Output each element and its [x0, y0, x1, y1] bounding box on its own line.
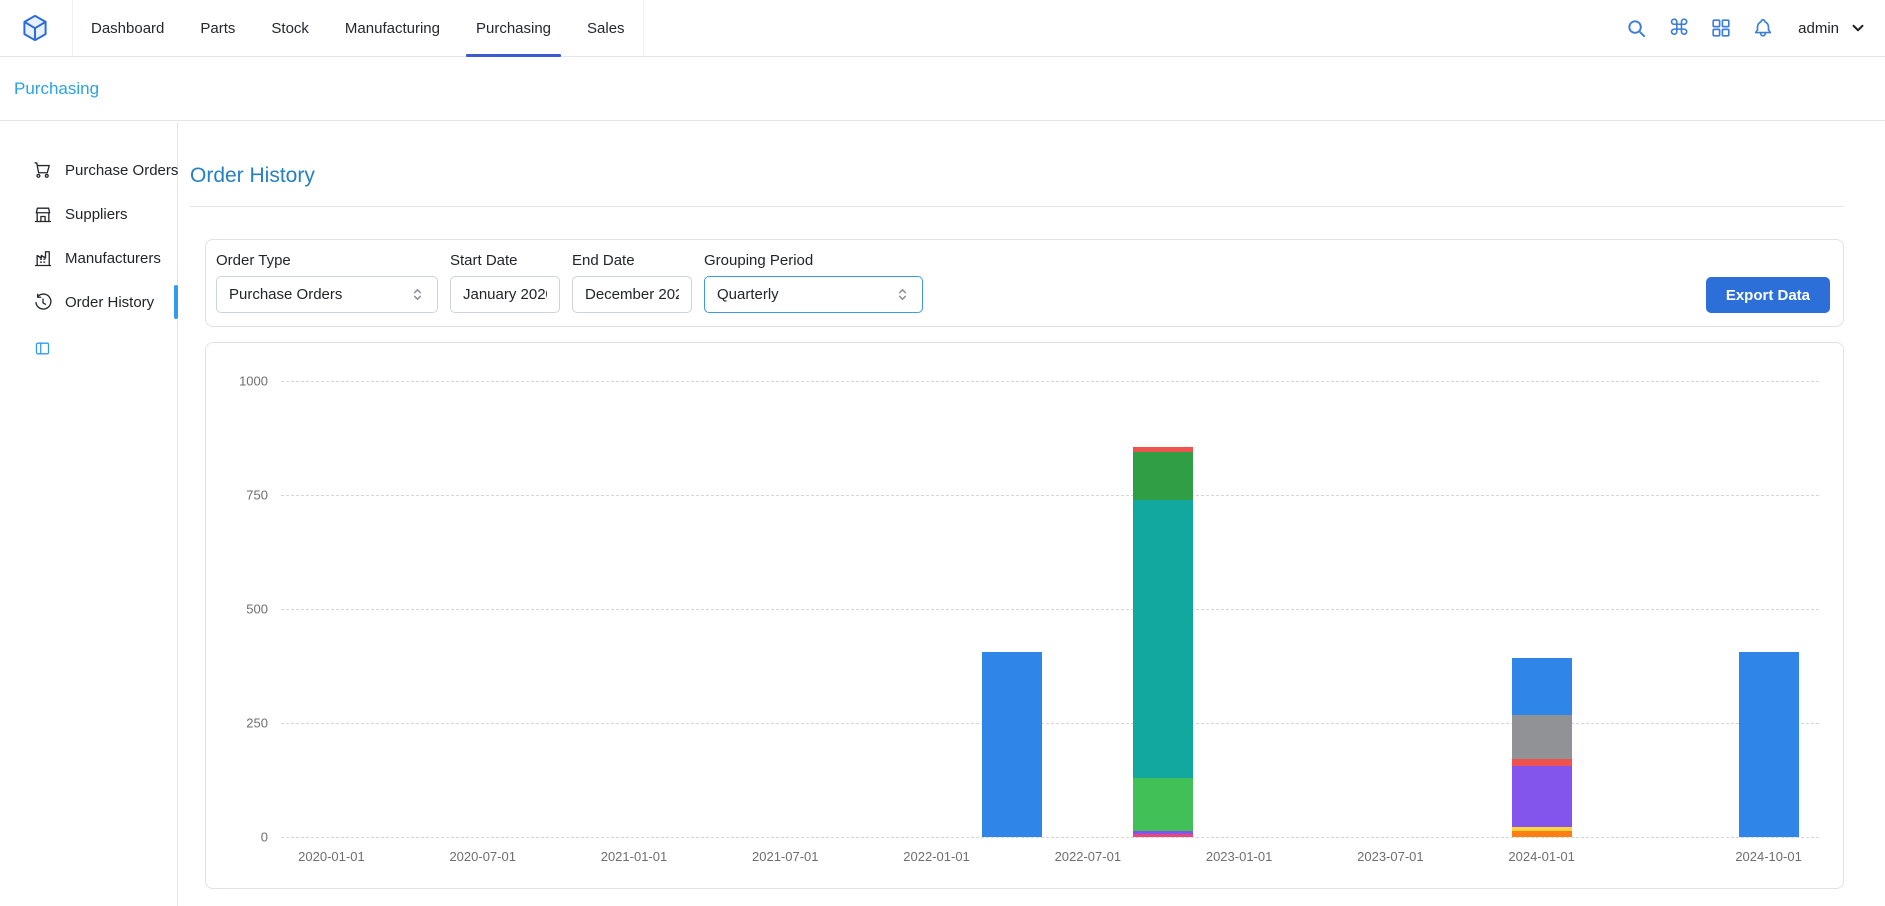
building-factory-icon	[33, 248, 53, 268]
x-axis-label: 2022-07-01	[1055, 849, 1122, 864]
sidebar-item-order-history[interactable]: Order History	[0, 280, 177, 324]
user-name: admin	[1798, 20, 1839, 37]
bar-segment[interactable]	[982, 652, 1042, 837]
bar-segment[interactable]	[1133, 500, 1193, 778]
content-area: Purchase Orders Suppliers	[0, 122, 1885, 906]
select-chevrons-icon	[410, 287, 425, 302]
gridline	[281, 495, 1819, 496]
bar-segment[interactable]	[1133, 447, 1193, 452]
main-panel: Order History Order Type Purchase Orders	[178, 122, 1885, 906]
gridline	[281, 723, 1819, 724]
x-axis-label: 2023-01-01	[1206, 849, 1273, 864]
bar-segment[interactable]	[1133, 778, 1193, 830]
export-data-button[interactable]: Export Data	[1706, 277, 1830, 313]
x-axis-label: 2024-01-01	[1508, 849, 1575, 864]
x-axis-label: 2020-07-01	[449, 849, 516, 864]
bar-segment[interactable]	[1512, 715, 1572, 759]
grouping-period-label: Grouping Period	[704, 252, 923, 269]
grouping-period-select[interactable]: Quarterly	[704, 276, 923, 313]
shopping-cart-icon	[33, 160, 53, 180]
tab-purchasing[interactable]: Purchasing	[458, 0, 569, 56]
command-icon[interactable]: ⌘	[1668, 17, 1690, 39]
x-axis-label: 2020-01-01	[298, 849, 365, 864]
y-axis-label: 1000	[239, 374, 268, 389]
end-date-field: End Date	[572, 252, 692, 313]
tab-manufacturing[interactable]: Manufacturing	[327, 0, 458, 56]
sidebar-item-purchase-orders[interactable]: Purchase Orders	[0, 148, 177, 192]
sidebar-item-label: Suppliers	[65, 206, 128, 223]
bar-segment[interactable]	[1512, 831, 1572, 837]
y-axis-label: 250	[246, 716, 268, 731]
panel-toggle-icon[interactable]	[34, 340, 51, 357]
tab-parts[interactable]: Parts	[182, 0, 253, 56]
sidebar-item-label: Manufacturers	[65, 250, 161, 267]
history-icon	[33, 292, 53, 312]
tab-sales[interactable]: Sales	[569, 0, 643, 56]
x-axis-label: 2021-07-01	[752, 849, 819, 864]
breadcrumb-purchasing[interactable]: Purchasing	[14, 79, 99, 99]
bar-segment[interactable]	[1512, 759, 1572, 766]
order-type-field: Order Type Purchase Orders	[216, 252, 438, 313]
tab-dashboard[interactable]: Dashboard	[73, 0, 182, 56]
sidebar-item-suppliers[interactable]: Suppliers	[0, 192, 177, 236]
filter-panel: Order Type Purchase Orders Start Date	[205, 239, 1844, 327]
app-window: Dashboard Parts Stock Manufacturing Purc…	[0, 0, 1885, 906]
order-type-select[interactable]: Purchase Orders	[216, 276, 438, 313]
navbar-actions: ⌘ admin	[1625, 17, 1867, 40]
grouping-period-field: Grouping Period Quarterly	[704, 252, 923, 313]
bar-segment[interactable]	[1133, 831, 1193, 835]
scan-icon[interactable]	[1710, 17, 1732, 39]
search-icon[interactable]	[1625, 17, 1648, 40]
bar-segment[interactable]	[1512, 766, 1572, 827]
bar-segment[interactable]	[1133, 452, 1193, 500]
start-date-field: Start Date	[450, 252, 560, 313]
start-date-label: Start Date	[450, 252, 560, 269]
top-navbar: Dashboard Parts Stock Manufacturing Purc…	[0, 0, 1885, 57]
bell-icon[interactable]	[1752, 17, 1774, 39]
x-axis-label: 2021-01-01	[601, 849, 668, 864]
y-axis-label: 500	[246, 602, 268, 617]
y-axis-label: 750	[246, 488, 268, 503]
bar-segment[interactable]	[1512, 827, 1572, 831]
gridline	[281, 609, 1819, 610]
main-nav-tabs: Dashboard Parts Stock Manufacturing Purc…	[72, 0, 644, 56]
user-menu[interactable]: admin	[1798, 19, 1867, 37]
bar-segment[interactable]	[1512, 658, 1572, 715]
order-type-value: Purchase Orders	[229, 286, 342, 303]
chevron-down-icon	[1849, 19, 1867, 37]
title-divider	[190, 206, 1844, 207]
x-axis-label: 2024-10-01	[1735, 849, 1802, 864]
breadcrumb-bar: Purchasing	[0, 57, 1885, 121]
gridline	[281, 837, 1819, 838]
select-chevrons-icon	[895, 287, 910, 302]
sidebar-item-manufacturers[interactable]: Manufacturers	[0, 236, 177, 280]
gridline	[281, 381, 1819, 382]
grouping-period-value: Quarterly	[717, 286, 779, 303]
sidebar-item-label: Purchase Orders	[65, 162, 178, 179]
chart-panel: 0 250 500 750 1000 2020-01-01 2020-07-01 2021-0…	[205, 342, 1844, 889]
bar-segment[interactable]	[1739, 652, 1799, 837]
y-axis-label: 0	[261, 830, 268, 845]
app-logo-icon[interactable]	[20, 13, 50, 43]
building-store-icon	[33, 204, 53, 224]
chart-plot: 025050075010002020-01-012020-07-012021-0…	[281, 381, 1819, 837]
sidebar-item-label: Order History	[65, 294, 154, 311]
start-date-input[interactable]	[450, 276, 560, 313]
page-title: Order History	[190, 164, 315, 188]
x-axis-label: 2023-07-01	[1357, 849, 1424, 864]
bar-segment[interactable]	[1133, 834, 1193, 837]
end-date-input[interactable]	[572, 276, 692, 313]
end-date-label: End Date	[572, 252, 692, 269]
tab-stock[interactable]: Stock	[253, 0, 327, 56]
order-type-label: Order Type	[216, 252, 438, 269]
x-axis-label: 2022-01-01	[903, 849, 970, 864]
sidebar: Purchase Orders Suppliers	[0, 122, 178, 906]
